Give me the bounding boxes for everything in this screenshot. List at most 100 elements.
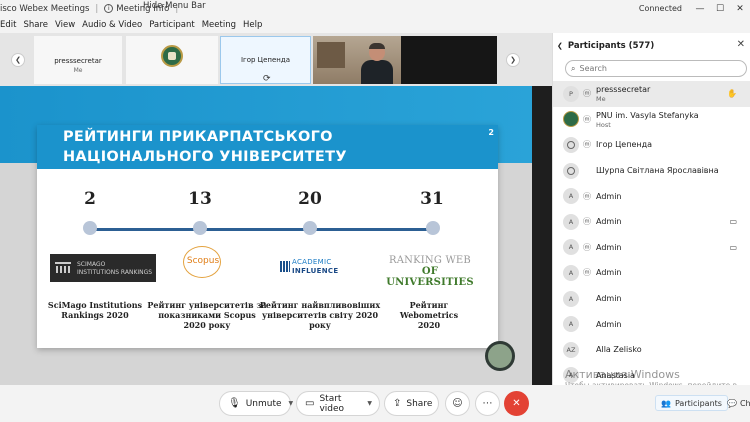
meeting-stage: ❮ presssecretar Me Ігор Цепенда ⟳ ❯ РЕЙТ…: [0, 33, 552, 386]
participant-row[interactable]: A ⓜ Admin ▭: [553, 235, 750, 261]
participants-label: Participants: [674, 398, 722, 408]
avatar: A: [563, 264, 579, 281]
participant-row[interactable]: P ⓜ presssecretar Me ✋: [553, 81, 750, 107]
timeline-dot: [303, 221, 317, 235]
close-window-icon[interactable]: ✕: [730, 0, 750, 17]
muted-mic-icon: ⓜ: [583, 242, 591, 252]
participant-row[interactable]: A Admin: [553, 286, 750, 312]
muted-mic-icon: ⓜ: [583, 217, 591, 227]
institution-icon: [55, 262, 71, 273]
camera-off-icon: ▭: [305, 398, 315, 409]
strip-prev-arrow-icon[interactable]: ❮: [11, 53, 25, 67]
participant-row[interactable]: ⓜ Ігор Цепенда: [553, 132, 750, 158]
participants-toggle-button[interactable]: 👥 Participants: [655, 395, 728, 411]
reactions-button[interactable]: ☺: [445, 391, 470, 416]
webex-window: isco Webex Meetings | i Meeting Info | C…: [0, 0, 750, 422]
scimago-logo-line1: SCIMAGO: [77, 261, 106, 268]
presentation-slide: РЕЙТИНГИ ПРИКАРПАТСЬКОГО НАЦІОНАЛЬНОГО У…: [37, 125, 498, 348]
search-icon: ⌕: [571, 63, 576, 73]
tile-name: Ігор Цепенда: [240, 56, 291, 64]
participant-name: Ігор Цепенда: [596, 140, 653, 150]
caption-scimago: SciMago Institutions Rankings 2020: [47, 300, 143, 320]
participant-name: Шурпа Світлана Ярославівна: [596, 166, 719, 176]
start-video-button[interactable]: ▭ Start video ▼: [296, 391, 380, 416]
participant-name: Admin: [596, 191, 622, 201]
participant-row[interactable]: ⓜ PNU im. Vasyla Stefanyka Host: [553, 107, 750, 133]
hand-icon: ✋: [727, 89, 737, 99]
active-speaker-avatar[interactable]: [485, 341, 515, 371]
strip-next-arrow-icon[interactable]: ❯: [506, 53, 520, 67]
tile-pnu-logo[interactable]: [126, 36, 218, 84]
slide-header: РЕЙТИНГИ ПРИКАРПАТСЬКОГО НАЦІОНАЛЬНОГО У…: [37, 125, 498, 169]
scimago-logo: SCIMAGO INSTITUTIONS RANKINGS: [50, 254, 156, 282]
maximize-icon[interactable]: ☐: [710, 0, 730, 17]
participant-role: Me: [596, 95, 606, 103]
video-icon: ▭: [729, 242, 737, 252]
share-button[interactable]: ⇪ Share: [384, 391, 439, 416]
timeline-dot: [193, 221, 207, 235]
avatar: P: [563, 85, 579, 102]
share-label: Share: [406, 398, 433, 409]
menu-audio-video[interactable]: Audio & Video: [82, 20, 142, 30]
university-logo-icon: [161, 45, 183, 67]
participant-search-input[interactable]: ⌕ Search: [565, 60, 747, 77]
close-panel-icon[interactable]: ✕: [737, 39, 745, 50]
chevron-down-icon[interactable]: ▼: [367, 400, 372, 407]
ranking-logo-line1: RANKING WEB: [389, 255, 471, 266]
menu-edit[interactable]: Edit: [0, 20, 16, 30]
participant-name: Admin: [596, 294, 622, 304]
scimago-logo-line2: INSTITUTIONS RANKINGS: [77, 269, 153, 276]
hide-menu-bar-button[interactable]: Hide Menu Bar: [143, 1, 206, 11]
tile-igor-tsependa[interactable]: Ігор Цепенда ⟳: [220, 36, 311, 84]
more-options-button[interactable]: ⋯: [475, 391, 500, 416]
close-icon: ✕: [512, 398, 521, 409]
figure-body: [361, 60, 393, 84]
video-icon: ▭: [729, 217, 737, 227]
timeline-dot: [426, 221, 440, 235]
menu-share[interactable]: Share: [23, 20, 48, 30]
collapse-chevron-icon[interactable]: ❮: [557, 42, 563, 50]
avatar: A: [563, 239, 579, 256]
participant-row[interactable]: A Admin: [553, 311, 750, 337]
muted-mic-icon: ⓜ: [583, 191, 591, 201]
timeline-dot: [83, 221, 97, 235]
start-video-label: Start video: [319, 393, 345, 414]
scopus-logo: Scopus: [175, 240, 231, 284]
caption-scopus: Рейтинг університетів за показниками Sco…: [147, 300, 267, 330]
participant-row[interactable]: A ⓜ Admin: [553, 260, 750, 286]
app-title: isco Webex Meetings: [0, 3, 90, 14]
participant-name: Admin: [596, 242, 622, 252]
leave-meeting-button[interactable]: ✕: [504, 391, 529, 416]
menu-view[interactable]: View: [55, 20, 75, 30]
menu-participant[interactable]: Participant: [149, 20, 195, 30]
unmute-button[interactable]: 🎙 Unmute ▼: [219, 391, 294, 416]
chat-toggle-button[interactable]: 💬 Ch: [727, 395, 750, 411]
participants-title: Participants (577): [567, 40, 655, 51]
avatar: A: [563, 316, 579, 333]
muted-mic-icon: ⓜ: [583, 114, 591, 124]
chevron-down-icon[interactable]: ▼: [289, 400, 294, 407]
minimize-icon[interactable]: —: [690, 0, 710, 17]
connection-status: Connected: [638, 4, 682, 13]
watermark-title: Активация Windows: [565, 368, 680, 381]
title-separator: |: [95, 3, 99, 14]
participant-row[interactable]: A ⓜ Admin ▭: [553, 209, 750, 235]
tile-name: presssecretar: [54, 57, 102, 65]
academic-logo-line2: INFLUENCE: [292, 267, 339, 275]
ranking-web-logo: RANKING WEB OF UNIVERSITIES: [380, 255, 480, 288]
ranking-logo-line2: OF UNIVERSITIES: [386, 266, 474, 288]
more-icon: ⋯: [482, 398, 493, 409]
menu-help[interactable]: Help: [243, 20, 262, 30]
participant-name: Admin: [596, 217, 622, 227]
avatar: [563, 136, 579, 153]
video-fill: [401, 36, 497, 84]
mic-off-icon: 🎙: [228, 398, 241, 409]
video-strip: ❮ presssecretar Me Ігор Цепенда ⟳ ❯: [0, 33, 552, 86]
menu-meeting[interactable]: Meeting: [202, 20, 236, 30]
participant-row[interactable]: Шурпа Світлана Ярославівна: [553, 158, 750, 184]
rank-webometrics: 31: [420, 189, 444, 209]
video-feed[interactable]: [313, 36, 401, 84]
participant-row[interactable]: AZ Alla Zelisko: [553, 337, 750, 363]
participant-row[interactable]: A ⓜ Admin: [553, 183, 750, 209]
tile-presssecretar[interactable]: presssecretar Me: [34, 36, 122, 84]
